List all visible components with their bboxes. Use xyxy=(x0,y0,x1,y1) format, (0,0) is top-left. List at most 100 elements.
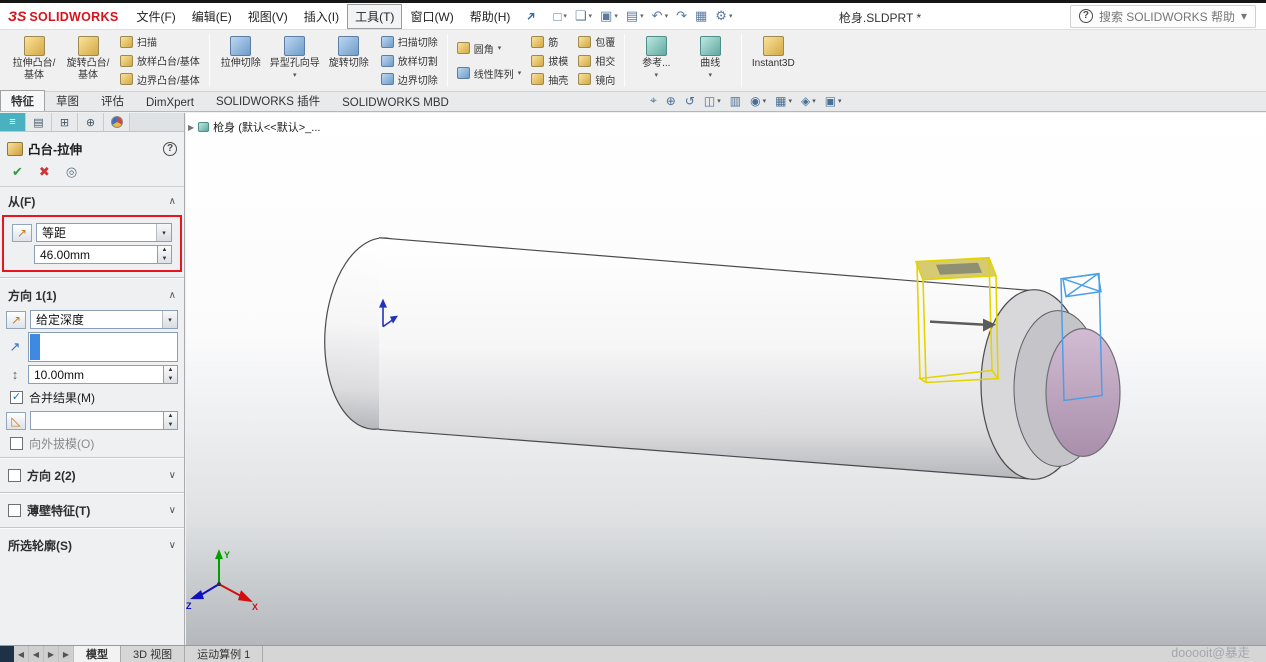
spinner-buttons[interactable]: ▲▼ xyxy=(163,411,178,430)
section-view-icon[interactable]: ◫▾ xyxy=(704,94,721,108)
view-settings-icon[interactable]: ▣▾ xyxy=(825,94,842,108)
linear-pattern-button[interactable]: 线性阵列▾ xyxy=(453,62,526,84)
motion-study-tab[interactable]: 运动算例 1 xyxy=(185,646,263,662)
dimxpert-manager-tab[interactable]: ⊕ xyxy=(78,113,104,131)
reference-geometry-button[interactable]: 参考... ▾ xyxy=(630,33,682,88)
tab-mbd[interactable]: SOLIDWORKS MBD xyxy=(331,94,460,111)
menu-help[interactable]: 帮助(H) xyxy=(462,4,519,29)
extrude-boss-button[interactable]: 拉伸凸台/基体 xyxy=(8,33,60,88)
tab-features[interactable]: 特征 xyxy=(0,90,45,111)
draft-stepper[interactable]: ▲▼ xyxy=(30,411,178,430)
hole-wizard-button[interactable]: 异型孔向导 ▾ xyxy=(269,33,321,88)
zoom-area-icon[interactable]: ⊕ xyxy=(666,94,676,108)
model-tab[interactable]: 模型 xyxy=(74,646,121,662)
swept-boss-button[interactable]: 扫描 xyxy=(116,33,204,51)
tab-scroll-left-button[interactable]: ◀ xyxy=(29,646,44,662)
menu-edit[interactable]: 编辑(E) xyxy=(184,4,240,29)
offset-distance-stepper[interactable]: 46.00mm ▲▼ xyxy=(34,245,172,264)
redo-button[interactable]: ↷ xyxy=(673,6,690,26)
extrude-cut-button[interactable]: 拉伸切除 xyxy=(215,33,267,88)
thin-feature-checkbox[interactable] xyxy=(8,504,21,517)
menu-tools[interactable]: 工具(T) xyxy=(347,4,402,29)
detailed-preview-button[interactable]: ◎ xyxy=(66,164,77,180)
section-direction1-header[interactable]: 方向 1(1) ∧ xyxy=(0,281,184,307)
depth-stepper[interactable]: 10.00mm ▲▼ xyxy=(28,365,178,384)
section-from-header[interactable]: 从(F) ∧ xyxy=(0,187,184,213)
rib-button[interactable]: 筋 xyxy=(527,33,572,51)
lofted-boss-button[interactable]: 放样凸台/基体 xyxy=(116,52,204,70)
flyout-arrow-icon[interactable]: ▶ xyxy=(188,123,194,132)
annotations-icon[interactable]: ▥ xyxy=(730,94,741,108)
open-button[interactable]: ❏▾ xyxy=(572,6,595,26)
boss-extrude-preview[interactable] xyxy=(1014,311,1120,467)
breadcrumb[interactable]: ▶ 枪身 (默认<<默认>_... xyxy=(188,119,320,135)
fillet-button[interactable]: 圆角▾ xyxy=(453,37,526,59)
print-button[interactable]: ▤▾ xyxy=(623,6,647,26)
curves-button[interactable]: 曲线 ▾ xyxy=(684,33,736,88)
options-gear-icon: ⚙ xyxy=(715,8,727,24)
end-condition-dropdown[interactable]: 给定深度 ▾ xyxy=(30,310,178,329)
swept-cut-button[interactable]: 扫描切除 xyxy=(377,33,442,51)
undo-button[interactable]: ↶▾ xyxy=(649,6,671,26)
tab-evaluate[interactable]: 评估 xyxy=(90,90,135,111)
display-manager-tab[interactable] xyxy=(104,113,130,131)
property-manager-tab[interactable]: ▤ xyxy=(26,113,52,131)
graphics-viewport[interactable]: ▶ 枪身 (默认<<默认>_... xyxy=(186,113,1266,645)
ok-button[interactable]: ✔ xyxy=(12,164,23,180)
draft-button[interactable]: 拔模 xyxy=(527,52,572,70)
tab-scroll-right-button[interactable]: ▶ xyxy=(44,646,59,662)
spinner-buttons[interactable]: ▲▼ xyxy=(157,245,172,264)
merge-result-checkbox[interactable] xyxy=(10,391,23,404)
instant3d-button[interactable]: Instant3D xyxy=(747,33,799,88)
section-direction2-header[interactable]: 方向 2(2) ∨ xyxy=(0,461,184,487)
zoom-fit-icon[interactable]: ⌖ xyxy=(650,93,657,108)
new-document-button[interactable]: □▾ xyxy=(551,7,570,26)
menu-file[interactable]: 文件(F) xyxy=(128,4,183,29)
menu-view[interactable]: 视图(V) xyxy=(240,4,296,29)
draft-angle-button[interactable]: ◺ xyxy=(6,412,26,430)
pin-menu-icon[interactable]: ➔ xyxy=(517,2,545,30)
options-button[interactable]: ⚙▾ xyxy=(712,6,735,26)
tab-addins[interactable]: SOLIDWORKS 插件 xyxy=(205,90,331,111)
intersect-button[interactable]: 相交 xyxy=(574,52,619,70)
tab-scroll-first-button[interactable]: ◀ xyxy=(14,646,29,662)
tab-scroll-last-button[interactable]: ▶ xyxy=(59,646,74,662)
spinner-buttons[interactable]: ▲▼ xyxy=(163,365,178,384)
offset-distance-value[interactable]: 46.00mm xyxy=(34,245,157,264)
3d-views-tab[interactable]: 3D 视图 xyxy=(121,646,185,662)
save-button[interactable]: ▣▾ xyxy=(597,6,621,26)
cancel-button[interactable]: ✖ xyxy=(39,164,50,180)
shell-button[interactable]: 抽壳 xyxy=(527,70,572,88)
draft-value[interactable] xyxy=(30,411,163,430)
reverse-direction-button[interactable]: ↗ xyxy=(6,311,26,329)
display-style-icon[interactable]: ◉▾ xyxy=(750,94,766,108)
hide-show-items-icon[interactable]: ▦▾ xyxy=(775,94,792,108)
configuration-manager-tab[interactable]: ⊞ xyxy=(52,113,78,131)
menu-insert[interactable]: 插入(I) xyxy=(296,4,347,29)
feature-tree-tab[interactable]: ≡ xyxy=(0,113,26,131)
tab-dimxpert[interactable]: DimXpert xyxy=(135,94,205,111)
rebuild-button[interactable]: ▦ xyxy=(692,6,710,26)
menu-window[interactable]: 窗口(W) xyxy=(402,4,461,29)
wrap-button[interactable]: 包覆 xyxy=(574,33,619,51)
draft-outward-checkbox[interactable] xyxy=(10,437,23,450)
revolve-boss-button[interactable]: 旋转凸台/基体 xyxy=(62,33,114,88)
model-canvas[interactable]: Y X Z xyxy=(186,113,1266,645)
previous-view-icon[interactable]: ↺ xyxy=(685,94,695,108)
section-thin-feature-header[interactable]: 薄壁特征(T) ∨ xyxy=(0,496,184,522)
depth-value[interactable]: 10.00mm xyxy=(28,365,163,384)
start-condition-dropdown[interactable]: 等距 ▾ xyxy=(36,223,172,242)
section-selected-contours-header[interactable]: 所选轮廓(S) ∨ xyxy=(0,531,184,557)
reverse-offset-button[interactable]: ↗ xyxy=(12,224,32,242)
direction-reference-field[interactable] xyxy=(28,332,178,362)
lofted-cut-button[interactable]: 放样切割 xyxy=(377,52,442,70)
appearance-icon[interactable]: ◈▾ xyxy=(801,94,816,108)
help-search-box[interactable]: ? 搜索 SOLIDWORKS 帮助 ▾ xyxy=(1070,5,1256,28)
revolve-cut-button[interactable]: 旋转切除 xyxy=(323,33,375,88)
tab-sketch[interactable]: 草图 xyxy=(45,90,90,111)
pm-help-icon[interactable]: ? xyxy=(163,142,177,156)
boundary-cut-button[interactable]: 边界切除 xyxy=(377,70,442,88)
boundary-boss-button[interactable]: 边界凸台/基体 xyxy=(116,70,204,88)
direction2-checkbox[interactable] xyxy=(8,469,21,482)
mirror-button[interactable]: 镜向 xyxy=(574,70,619,88)
